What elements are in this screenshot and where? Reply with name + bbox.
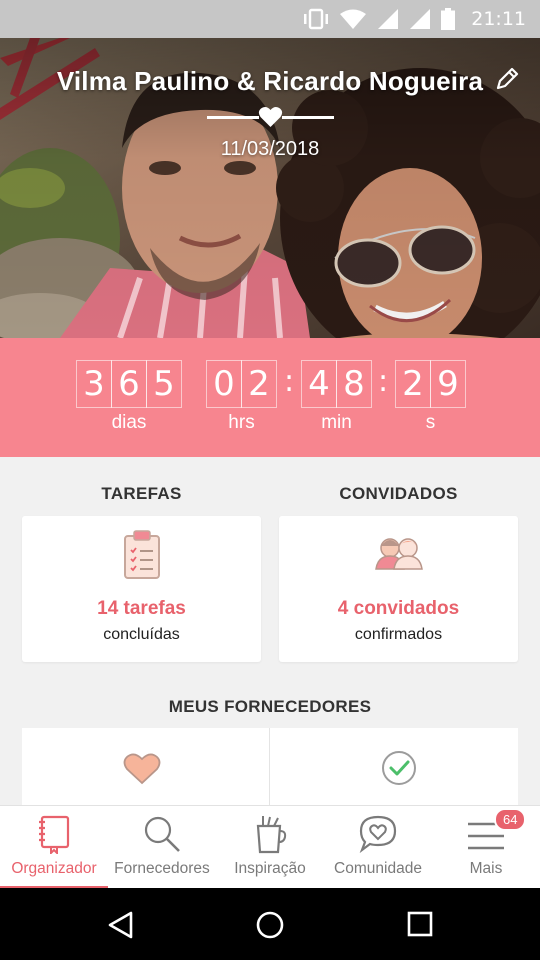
tasks-count: 14 tarefas	[97, 598, 186, 619]
couple-hero: Vilma Paulino & Ricardo Nogueira 11/03/2…	[0, 38, 540, 338]
countdown-minutes: 4 8	[301, 360, 372, 408]
couple-names: Vilma Paulino & Ricardo Nogueira	[56, 66, 484, 96]
status-bar: 21:11	[0, 0, 540, 38]
battery-icon	[441, 8, 456, 30]
guests-icon	[374, 538, 423, 570]
nav-label: Inspiração	[234, 860, 306, 877]
countdown-separator: :	[378, 364, 389, 399]
heart-icon[interactable]	[123, 752, 161, 786]
nav-label: Comunidade	[334, 860, 422, 877]
countdown-digit: 4	[301, 360, 337, 408]
guests-title: CONVIDADOS	[339, 484, 458, 503]
vendors-divider	[269, 728, 270, 806]
countdown-digit: 2	[241, 360, 277, 408]
countdown-digit: 5	[146, 360, 182, 408]
tasks-card[interactable]: 14 tarefas concluídas	[22, 516, 261, 662]
countdown-days: 3 6 5	[76, 360, 182, 408]
notification-badge: 64	[494, 808, 527, 831]
countdown-panel: 3 6 5 0 2 : 4 8 : 2 9 dias hrs min s	[0, 338, 540, 457]
recents-icon[interactable]	[406, 910, 434, 938]
guests-count: 4 convidados	[337, 598, 460, 619]
signal-icon	[410, 9, 431, 29]
countdown-digit: 3	[76, 360, 112, 408]
nav-label: Fornecedores	[114, 860, 210, 877]
nav-label: Organizador	[11, 860, 97, 877]
wedding-date: 11/03/2018	[220, 138, 320, 160]
clipboard-icon	[123, 530, 160, 579]
countdown-hours: 0 2	[206, 360, 277, 408]
countdown-hours-label: hrs	[228, 412, 255, 433]
notebook-icon	[39, 815, 70, 854]
nav-fornecedores[interactable]: Fornecedores	[108, 806, 216, 889]
guests-status: confirmados	[354, 626, 443, 643]
edit-icon[interactable]	[494, 66, 520, 92]
wifi-icon	[340, 9, 367, 29]
check-circle-icon[interactable]	[380, 749, 418, 787]
status-time: 21:11	[471, 8, 526, 30]
guests-card[interactable]: 4 convidados confirmados	[279, 516, 518, 662]
chat-heart-icon	[359, 815, 397, 854]
countdown-digit: 9	[430, 360, 466, 408]
countdown-seconds: 2 9	[395, 360, 466, 408]
countdown-separator: :	[284, 364, 295, 399]
search-icon	[144, 816, 180, 852]
system-navigation-bar	[0, 888, 540, 960]
title-divider	[207, 105, 334, 131]
countdown-digit: 6	[111, 360, 147, 408]
back-icon[interactable]	[106, 910, 136, 940]
countdown-days-label: dias	[111, 412, 147, 433]
nav-mais[interactable]: 64 Mais	[432, 806, 540, 889]
tasks-title: TAREFAS	[101, 484, 182, 503]
countdown-digit: 2	[395, 360, 431, 408]
heart-icon	[258, 107, 283, 127]
vendors-card	[22, 728, 518, 806]
signal-icon	[378, 9, 399, 29]
app-screen: 21:11 Vilma Paulino & Ricardo Nogueira 1…	[0, 0, 540, 960]
countdown-digit: 8	[336, 360, 372, 408]
divider-line	[207, 116, 259, 119]
bottom-navigation: Organizador Fornecedores Inspiração Comu	[0, 805, 540, 889]
vibrate-icon	[304, 8, 329, 30]
nav-label: Mais	[469, 860, 503, 877]
countdown-digit: 0	[206, 360, 242, 408]
countdown-minutes-label: min	[321, 412, 352, 433]
nav-inspiracao[interactable]: Inspiração	[216, 806, 324, 889]
nav-comunidade[interactable]: Comunidade	[324, 806, 432, 889]
vendors-title: MEUS FORNECEDORES	[168, 697, 372, 716]
countdown-seconds-label: s	[425, 412, 436, 433]
cup-icon	[256, 816, 287, 854]
home-icon[interactable]	[255, 910, 285, 940]
nav-organizador[interactable]: Organizador	[0, 806, 108, 889]
tasks-status: concluídas	[103, 626, 180, 643]
divider-line	[282, 116, 334, 119]
